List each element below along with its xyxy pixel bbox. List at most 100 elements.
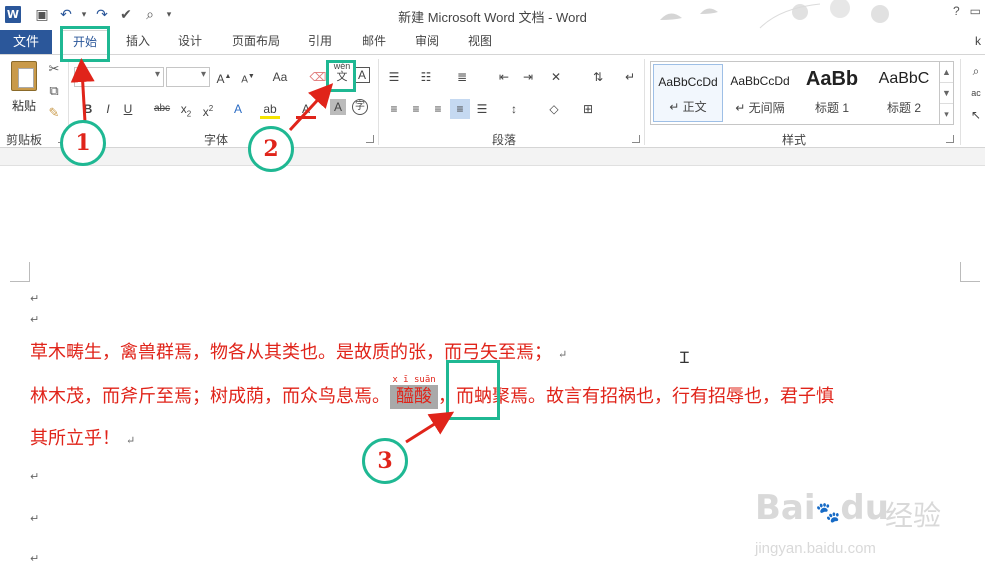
font-color-icon[interactable]: A <box>296 99 316 119</box>
style-sample: AaBbCcDd <box>730 74 790 88</box>
chinese-layout-icon[interactable]: ✕ <box>546 67 566 87</box>
tab-insert[interactable]: 插入 <box>118 30 158 54</box>
bold-icon[interactable]: B <box>78 99 98 119</box>
align-left-icon[interactable]: ≡ <box>384 99 404 119</box>
shading-icon[interactable]: ◇ <box>544 99 564 119</box>
increase-indent-icon[interactable]: ⇥ <box>518 67 538 87</box>
tab-references[interactable]: 引用 <box>300 30 340 54</box>
paragraph-mark: ↵ <box>30 553 40 565</box>
style-name: ↵ 无间隔 <box>735 101 785 115</box>
paste-button[interactable]: 粘贴 <box>6 61 42 121</box>
margin-corner <box>960 262 980 282</box>
decrease-indent-icon[interactable]: ⇤ <box>494 67 514 87</box>
character-shading-icon[interactable]: A <box>330 99 346 115</box>
font-name-combo[interactable] <box>74 67 164 87</box>
select-icon[interactable]: ↖ <box>966 105 985 125</box>
ruby-pinyin: x ī suān <box>392 375 436 385</box>
style-sample: AaBb <box>805 68 859 90</box>
enclose-characters-button[interactable]: 字 <box>352 99 368 115</box>
group-separator <box>644 59 645 145</box>
font-size-combo[interactable] <box>166 67 210 87</box>
align-center-icon[interactable]: ≡ <box>406 99 426 119</box>
ribbon-home: 粘贴 ✂ ⧉ ✎ 剪贴板 A▲ A▼ Aa ⌫ wén 文 A B I U ab… <box>0 54 985 148</box>
superscript-icon[interactable]: x2 <box>198 99 218 119</box>
style-heading-2[interactable]: AaBbC 标题 2 <box>869 64 939 122</box>
tab-design[interactable]: 设计 <box>170 30 210 54</box>
window-controls: ? ▭ <box>953 4 981 18</box>
watermark: Bai🐾du 经验 jingyan.baidu.com <box>755 470 965 570</box>
line-spacing-icon[interactable]: ↕ <box>504 99 524 119</box>
styles-scroll[interactable]: ▲ ▼ ▾ <box>940 61 954 125</box>
show-marks-icon[interactable]: ↵ <box>620 67 640 87</box>
group-separator <box>960 59 961 145</box>
bullets-icon[interactable]: ☰ <box>384 67 404 87</box>
ribbon-tabs: 文件 开始 插入 设计 页面布局 引用 邮件 审阅 视图 k <box>0 30 985 54</box>
tab-file[interactable]: 文件 <box>0 30 52 54</box>
user-account[interactable]: k <box>975 34 981 48</box>
grow-font-icon[interactable]: A▲ <box>214 67 234 87</box>
underline-icon[interactable]: U <box>118 99 138 119</box>
mouse-cursor-icon: Ɪ <box>680 350 689 367</box>
style-sample: AaBbCcDd <box>658 75 718 89</box>
style-sample: AaBbC <box>878 70 930 87</box>
line-3-text: 其所立乎！ <box>30 428 120 449</box>
paragraph-mark: ↵ <box>558 348 568 361</box>
borders-icon[interactable]: ⊞ <box>578 99 598 119</box>
style-heading-1[interactable]: AaBb 标题 1 <box>797 64 867 122</box>
tab-mailings[interactable]: 邮件 <box>354 30 394 54</box>
justify-icon[interactable]: ≡ <box>450 99 470 119</box>
numbering-icon[interactable]: ☷ <box>416 67 436 87</box>
margin-corner <box>10 262 30 282</box>
copy-icon[interactable]: ⧉ <box>46 83 62 99</box>
strikethrough-icon[interactable]: abc <box>150 99 174 119</box>
sort-icon[interactable]: ⇅ <box>588 67 608 87</box>
tab-view[interactable]: 视图 <box>460 30 500 54</box>
help-button[interactable]: ? <box>953 4 960 18</box>
paste-label: 粘贴 <box>11 99 36 113</box>
cut-icon[interactable]: ✂ <box>46 61 62 77</box>
scroll-up-icon[interactable]: ▲ <box>940 62 953 83</box>
paragraph-launcher-icon[interactable] <box>632 135 640 143</box>
multilevel-list-icon[interactable]: ≣ <box>452 67 472 87</box>
align-right-icon[interactable]: ≡ <box>428 99 448 119</box>
paragraph-mark: ↵ <box>30 471 40 483</box>
subscript-icon[interactable]: x2 <box>176 99 196 119</box>
document-line-3: 其所立乎！ ↵ <box>30 424 135 450</box>
format-painter-icon[interactable]: ✎ <box>46 105 62 121</box>
styles-gallery: AaBbCcDd ↵ 正文 AaBbCcDd ↵ 无间隔 AaBb 标题 1 A… <box>650 61 940 125</box>
style-name: 标题 1 <box>814 101 849 115</box>
styles-launcher-icon[interactable] <box>946 135 954 143</box>
annotation-step-3: 3 <box>362 438 408 484</box>
text-effects-icon[interactable]: A <box>228 99 248 119</box>
document-line-2: 林木茂，而斧斤至焉；树成荫，而众鸟息焉。 x ī suān 醯酸 ，而蚋聚焉。故言有招… <box>30 375 834 409</box>
annotation-step-1: 1 <box>60 120 106 166</box>
change-case-button[interactable]: Aa <box>265 67 295 87</box>
shrink-font-icon[interactable]: A▼ <box>238 67 258 87</box>
font-launcher-icon[interactable] <box>366 135 374 143</box>
style-normal[interactable]: AaBbCcDd ↵ 正文 <box>653 64 723 122</box>
style-name: 标题 2 <box>886 101 921 115</box>
phonetic-guide-text[interactable]: x ī suān 醯酸 <box>390 375 438 409</box>
title-bar: W ▣ ↶ ▾ ↷ ✔ ⌕ ▾ 新建 Microsoft Word 文档 - W… <box>0 0 985 30</box>
distributed-icon[interactable]: ☰ <box>472 99 492 119</box>
style-name: ↵ 正文 <box>669 100 707 114</box>
scroll-down-icon[interactable]: ▼ <box>940 83 953 104</box>
ruler-area <box>0 148 985 166</box>
paragraph-mark: ↵ <box>30 293 40 305</box>
character-border-button[interactable]: A <box>354 67 370 83</box>
paragraph-mark: ↵ <box>30 513 40 525</box>
tab-page-layout[interactable]: 页面布局 <box>226 30 286 54</box>
highlight-color-icon[interactable]: ab <box>260 99 280 119</box>
find-icon[interactable]: ⌕ <box>966 61 985 81</box>
paragraph-group-label: 段落 <box>492 133 517 147</box>
watermark-cn: 经验 <box>885 500 942 531</box>
italic-icon[interactable]: I <box>98 99 118 119</box>
ribbon-display-options-icon[interactable]: ▭ <box>970 4 981 18</box>
style-no-spacing[interactable]: AaBbCcDd ↵ 无间隔 <box>725 64 795 122</box>
clear-formatting-icon[interactable]: ⌫ <box>308 67 328 87</box>
replace-icon[interactable]: ac <box>966 83 985 103</box>
annotation-step-2: 2 <box>248 126 294 172</box>
paragraph-mark: ↵ <box>30 314 40 326</box>
styles-more-icon[interactable]: ▾ <box>940 104 953 124</box>
tab-review[interactable]: 审阅 <box>407 30 447 54</box>
